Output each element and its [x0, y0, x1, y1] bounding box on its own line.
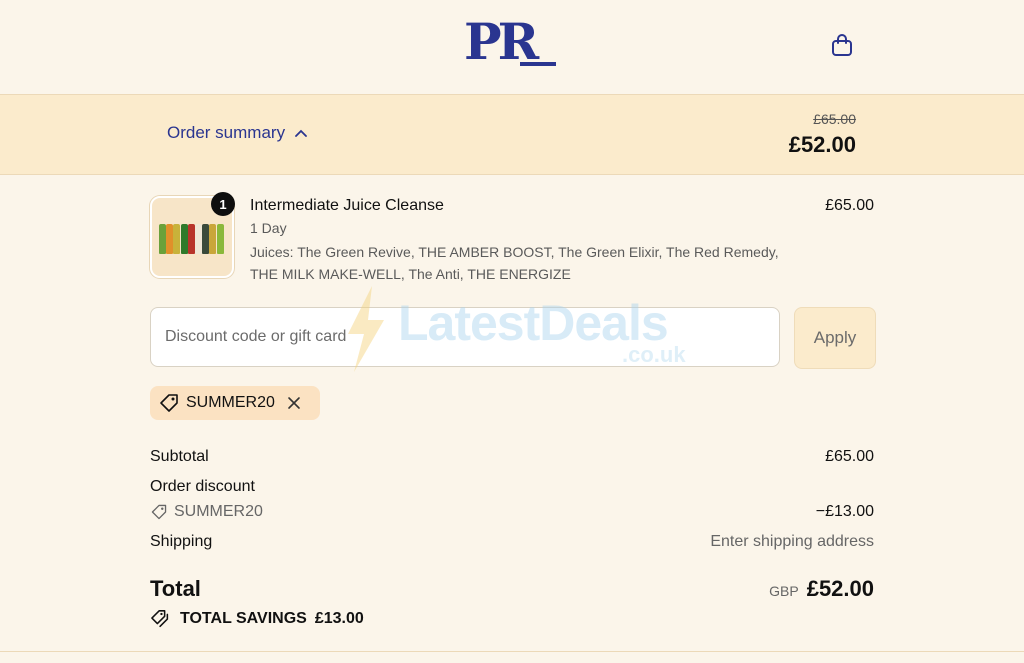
order-summary-bar: Order summary £65.00 £52.00 — [0, 95, 1024, 175]
juice-bottle — [166, 224, 174, 254]
juice-bottle — [209, 224, 217, 254]
total-label: Total — [150, 576, 201, 601]
summary-total: £52.00 — [788, 132, 856, 157]
subtotal-row: Subtotal £65.00 — [150, 448, 874, 466]
tag-icon — [151, 504, 167, 520]
applied-discount-code: SUMMER20 — [186, 394, 275, 411]
juice-bottle — [159, 224, 166, 254]
line-item: 1 Intermediate Juice Cleanse 1 Day Juice… — [150, 192, 874, 286]
tags-icon — [151, 610, 169, 628]
shipping-row: Shipping Enter shipping address — [150, 533, 874, 551]
order-discount-value: −£13.00 — [815, 503, 874, 520]
apply-discount-button[interactable]: Apply — [794, 307, 876, 369]
savings-value: £13.00 — [314, 610, 364, 627]
order-discount-code-text: SUMMER20 — [174, 503, 263, 520]
remove-discount-button[interactable] — [287, 396, 301, 410]
product-variant: 1 Day — [250, 220, 287, 236]
juice-bottle — [180, 224, 188, 254]
juice-bottle — [187, 224, 195, 254]
discount-code-input[interactable] — [150, 307, 780, 367]
savings-label: TOTAL SAVINGS — [180, 610, 307, 627]
divider — [0, 651, 1024, 652]
product-price: £65.00 — [825, 197, 874, 214]
quantity-badge: 1 — [211, 192, 235, 216]
shopping-bag-icon — [832, 34, 852, 56]
subtotal-value: £65.00 — [825, 448, 874, 465]
close-icon — [288, 397, 300, 409]
order-discount-code: SUMMER20 — [150, 503, 263, 521]
logo-underline — [520, 62, 556, 66]
brand-logo[interactable]: PR — [464, 17, 539, 67]
juice-bottle — [173, 224, 181, 254]
juice-bottle — [202, 224, 210, 254]
subtotal-label: Subtotal — [150, 448, 209, 465]
applied-discount-chip: SUMMER20 — [150, 386, 320, 420]
product-name: Intermediate Juice Cleanse — [250, 197, 444, 214]
juice-bottle — [195, 224, 202, 254]
total-value: £52.00 — [806, 576, 874, 601]
order-summary-toggle[interactable]: Order summary — [167, 123, 307, 143]
original-total: £65.00 — [813, 111, 856, 127]
chevron-up-icon — [295, 129, 307, 137]
shipping-label: Shipping — [150, 533, 213, 550]
total-amount: GBP £52.00 — [769, 576, 874, 602]
order-discount-label: Order discount — [150, 478, 255, 495]
tag-icon — [160, 394, 178, 412]
juice-bottle — [216, 224, 224, 254]
site-header: PR — [0, 0, 1024, 95]
cart-button[interactable] — [828, 31, 856, 59]
order-discount-row: Order discount — [150, 478, 874, 496]
total-currency: GBP — [769, 583, 799, 599]
order-summary-label: Order summary — [167, 123, 286, 142]
product-description: Juices: The Green Revive, THE AMBER BOOS… — [250, 244, 779, 282]
total-savings: TOTAL SAVINGS £13.00 — [150, 609, 364, 629]
shipping-value: Enter shipping address — [710, 533, 874, 550]
